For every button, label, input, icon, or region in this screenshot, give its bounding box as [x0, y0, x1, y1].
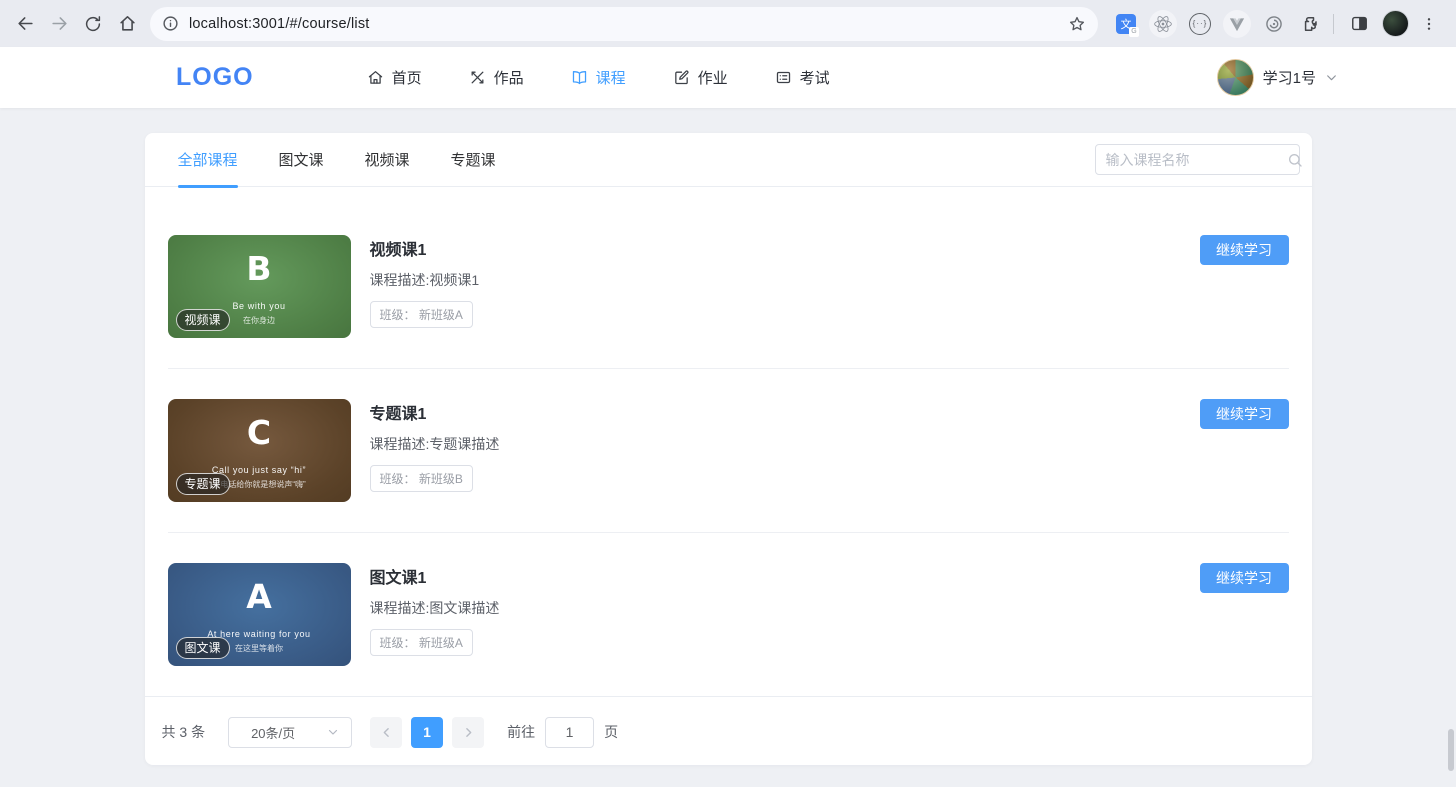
course-thumbnail[interactable]: B Be with you 在你身边 视频课	[167, 235, 351, 338]
extensions-puzzle-icon[interactable]	[1297, 10, 1325, 38]
course-title[interactable]: 视频课1	[370, 236, 480, 260]
page-unit-label: 页	[604, 724, 619, 740]
scrollbar-thumb[interactable]	[1448, 729, 1454, 771]
browser-home-icon[interactable]	[110, 7, 144, 41]
goto-page-input[interactable]	[545, 716, 595, 748]
user-name: 学习1号	[1262, 70, 1316, 87]
course-row: A At here waiting for you 在这里等着你 图文课 图文课…	[167, 532, 1289, 696]
course-info: 专题课1 课程描述:专题课描述 班级： 新班级B	[369, 399, 500, 492]
course-list-panel: 全部课程 图文课 视频课 专题课 B Be with you 在你身边 视频课 …	[144, 133, 1312, 767]
browser-toolbar: localhost:3001/#/course/list 文G {··}	[0, 0, 1456, 47]
site-header: LOGO 首页 作品 课程 作业 考试 学习1号	[0, 47, 1456, 108]
nav-item-label: 考试	[799, 70, 830, 87]
course-row: B Be with you 在你身边 视频课 视频课1 课程描述:视频课1 班级…	[167, 187, 1289, 368]
course-thumbnail[interactable]: C Call you just say “hi” 打电话给你就是想说声“嗨” 专…	[167, 399, 351, 502]
tab-text-course[interactable]: 图文课	[279, 133, 324, 187]
tab-all-courses[interactable]: 全部课程	[177, 133, 238, 188]
url-text[interactable]: localhost:3001/#/course/list	[189, 16, 1068, 32]
exam-icon	[775, 69, 792, 86]
site-info-icon[interactable]	[162, 15, 179, 32]
pagination-prev-icon[interactable]	[370, 716, 403, 748]
course-description: 课程描述:视频课1	[369, 272, 480, 288]
works-icon	[469, 69, 486, 86]
browser-forward-icon[interactable]	[42, 7, 76, 41]
thumbnail-caption-zh: 在你身边	[243, 316, 275, 325]
nav-item-home[interactable]: 首页	[367, 67, 422, 88]
translate-extension-icon[interactable]: 文G	[1112, 10, 1140, 38]
course-tabs: 全部课程 图文课 视频课 专题课	[144, 133, 1312, 188]
thumbnail-caption-zh: 在这里等着你	[235, 644, 283, 653]
browser-reload-icon[interactable]	[76, 7, 110, 41]
page-size-select[interactable]: 20条/页	[228, 716, 353, 748]
tab-video-course[interactable]: 视频课	[365, 133, 410, 187]
course-title[interactable]: 专题课1	[370, 400, 500, 424]
pagination-next-icon[interactable]	[452, 716, 485, 748]
course-description: 课程描述:专题课描述	[369, 436, 500, 452]
homework-icon	[673, 69, 690, 86]
site-logo[interactable]: LOGO	[176, 63, 254, 92]
goto-label: 前往	[507, 724, 536, 740]
user-avatar	[1216, 59, 1254, 96]
class-badge: 班级： 新班级A	[369, 301, 473, 328]
course-info: 图文课1 课程描述:图文课描述 班级： 新班级A	[369, 563, 500, 656]
side-panel-icon[interactable]	[1342, 7, 1376, 41]
extensions-tray: 文G {··}	[1112, 9, 1325, 38]
react-devtools-icon[interactable]	[1149, 9, 1177, 38]
course-description: 课程描述:图文课描述	[369, 600, 500, 616]
browser-menu-kebab-icon[interactable]	[1412, 7, 1446, 41]
chevron-down-icon	[1325, 71, 1338, 84]
course-title[interactable]: 图文课1	[370, 564, 500, 588]
bookmark-star-icon[interactable]	[1068, 15, 1086, 33]
nav-item-works[interactable]: 作品	[469, 67, 524, 88]
continue-study-button[interactable]: 继续学习	[1199, 235, 1289, 265]
user-menu[interactable]: 学习1号	[1216, 59, 1338, 96]
search-input[interactable]	[1105, 151, 1287, 168]
page-size-value: 20条/页	[251, 725, 296, 741]
nav-item-course[interactable]: 课程	[571, 67, 626, 88]
course-type-tag: 图文课	[175, 637, 230, 659]
nav-item-label: 首页	[391, 70, 422, 87]
home-icon	[367, 69, 384, 86]
nav-item-homework[interactable]: 作业	[673, 67, 728, 88]
nav-item-label: 作品	[493, 70, 524, 87]
nav-item-label: 课程	[595, 70, 626, 87]
course-search[interactable]	[1094, 144, 1303, 175]
course-info: 视频课1 课程描述:视频课1 班级： 新班级A	[369, 235, 480, 328]
class-badge: 班级： 新班级B	[369, 465, 473, 492]
nav-item-exam[interactable]: 考试	[775, 67, 830, 88]
search-icon[interactable]	[1287, 152, 1303, 168]
browser-back-icon[interactable]	[8, 7, 42, 41]
nav-item-label: 作业	[697, 70, 728, 87]
course-row: C Call you just say “hi” 打电话给你就是想说声“嗨” 专…	[167, 368, 1289, 532]
thumbnail-caption-en: Call you just say “hi”	[211, 465, 307, 475]
toolbar-separator	[1333, 13, 1334, 34]
main-nav: 首页 作品 课程 作业 考试	[367, 67, 830, 88]
vue-devtools-icon[interactable]	[1223, 9, 1251, 38]
pagination-bar: 共 3 条 20条/页 1 前往 页	[144, 696, 1312, 767]
class-badge: 班级： 新班级A	[369, 629, 473, 656]
json-viewer-extension-icon[interactable]: {··}	[1186, 10, 1214, 38]
course-icon	[571, 69, 588, 86]
address-bar[interactable]: localhost:3001/#/course/list	[150, 6, 1098, 41]
tab-topic-course[interactable]: 专题课	[451, 133, 496, 187]
chevron-down-icon	[327, 726, 339, 738]
continue-study-button[interactable]: 继续学习	[1199, 563, 1289, 593]
thumbnail-letter: B	[246, 249, 272, 288]
recorder-extension-icon[interactable]	[1260, 10, 1288, 38]
pagination-page-1[interactable]: 1	[411, 716, 444, 748]
pagination-total: 共 3 条	[161, 724, 206, 740]
course-type-tag: 专题课	[175, 473, 230, 495]
browser-profile-avatar[interactable]	[1378, 7, 1412, 41]
course-type-tag: 视频课	[175, 309, 230, 331]
thumbnail-letter: C	[246, 413, 272, 452]
continue-study-button[interactable]: 继续学习	[1199, 399, 1289, 429]
course-thumbnail[interactable]: A At here waiting for you 在这里等着你 图文课	[167, 563, 351, 666]
thumbnail-letter: A	[246, 577, 272, 616]
thumbnail-caption-en: Be with you	[232, 301, 286, 311]
